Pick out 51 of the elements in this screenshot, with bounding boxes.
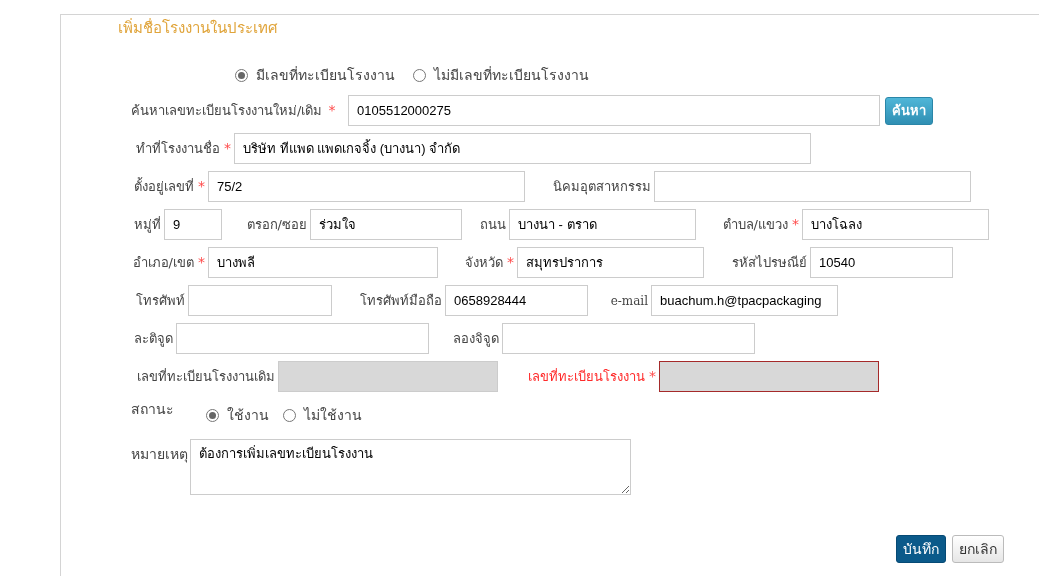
input-field[interactable]: บางพลี	[208, 247, 438, 278]
field-label: ตรอก/ซอย	[246, 215, 307, 234]
radio-label[interactable]: มีเลขที่ทะเบียนโรงงาน	[256, 64, 395, 86]
input-field[interactable]: 75/2	[208, 171, 525, 202]
field-label: ค้นหาเลขทะเบียนโรงงานใหม่/เดิม	[131, 101, 323, 120]
required-mark: *	[328, 101, 336, 120]
field-label: ทำที่โรงงานชื่อ	[136, 139, 220, 158]
field-label: เลขที่ทะเบียนโรงงาน	[528, 367, 645, 386]
field-label: สถานะ	[131, 400, 175, 419]
radio-button[interactable]	[206, 409, 219, 422]
field-label: อำเภอ/เขต	[132, 253, 194, 272]
field-label: ลองจิจูด	[453, 329, 499, 349]
radio-label[interactable]: ไม่มีเลขที่ทะเบียนโรงงาน	[434, 64, 589, 86]
save-button[interactable]: บันทึก	[896, 535, 946, 563]
field-label: ตั้งอยู่เลขที่	[134, 176, 194, 197]
input-field[interactable]: 0105512000275	[348, 95, 880, 126]
input-field[interactable]: ร่วมใจ	[310, 209, 462, 240]
form-title: เพิ่มชื่อโรงงานในประเทศ	[118, 19, 278, 37]
field-label: รหัสไปรษณีย์	[732, 253, 807, 272]
required-mark: *	[198, 253, 205, 272]
input-field[interactable]: 9	[164, 209, 222, 240]
radio-button[interactable]	[283, 409, 296, 422]
input-field[interactable]: 10540	[810, 247, 953, 278]
required-mark: *	[507, 253, 514, 272]
radio-label[interactable]: ไม่ใช้งาน	[304, 405, 362, 426]
field-label: ละติจูด	[134, 329, 173, 349]
radio-label[interactable]: ใช้งาน	[227, 405, 269, 426]
field-label: เลขที่ทะเบียนโรงงานเดิม	[137, 367, 275, 386]
field-label: ถนน	[480, 215, 506, 234]
field-label: หมายเหตุ	[131, 445, 189, 465]
input-field[interactable]: สมุทรปราการ	[517, 247, 704, 278]
field-label: หมู่ที่	[134, 215, 161, 235]
radio-button[interactable]	[413, 68, 426, 82]
input-field[interactable]: buachum.h@tpacpackaging	[651, 285, 838, 316]
required-mark: *	[792, 215, 799, 234]
radio-button[interactable]	[235, 68, 248, 82]
field-label: e-mail	[610, 292, 648, 310]
field-label: โทรศัพท์มือถือ	[360, 291, 442, 310]
input-field[interactable]: บางโฉลง	[802, 209, 989, 240]
input-field[interactable]: บริษัท ทีแพด แพดเกจจิ้ง (บางนา) จำกัด	[234, 133, 811, 164]
field-label: นิคมอุตสาหกรรม	[553, 177, 651, 197]
required-mark: *	[198, 177, 205, 196]
required-mark: *	[224, 139, 231, 158]
required-mark: *	[649, 367, 656, 386]
input-field[interactable]: บางนา - ตราด	[509, 209, 696, 240]
remark-field[interactable]: ต้องการเพิ่มเลขทะเบียนโรงงาน	[190, 439, 631, 495]
cancel-button[interactable]: ยกเลิก	[952, 535, 1004, 563]
field-label: โทรศัพท์	[136, 291, 185, 310]
input-field[interactable]: 0658928444	[445, 285, 588, 316]
field-label: ตำบล/แขวง	[722, 215, 788, 234]
field-label: จังหวัด	[465, 253, 503, 272]
